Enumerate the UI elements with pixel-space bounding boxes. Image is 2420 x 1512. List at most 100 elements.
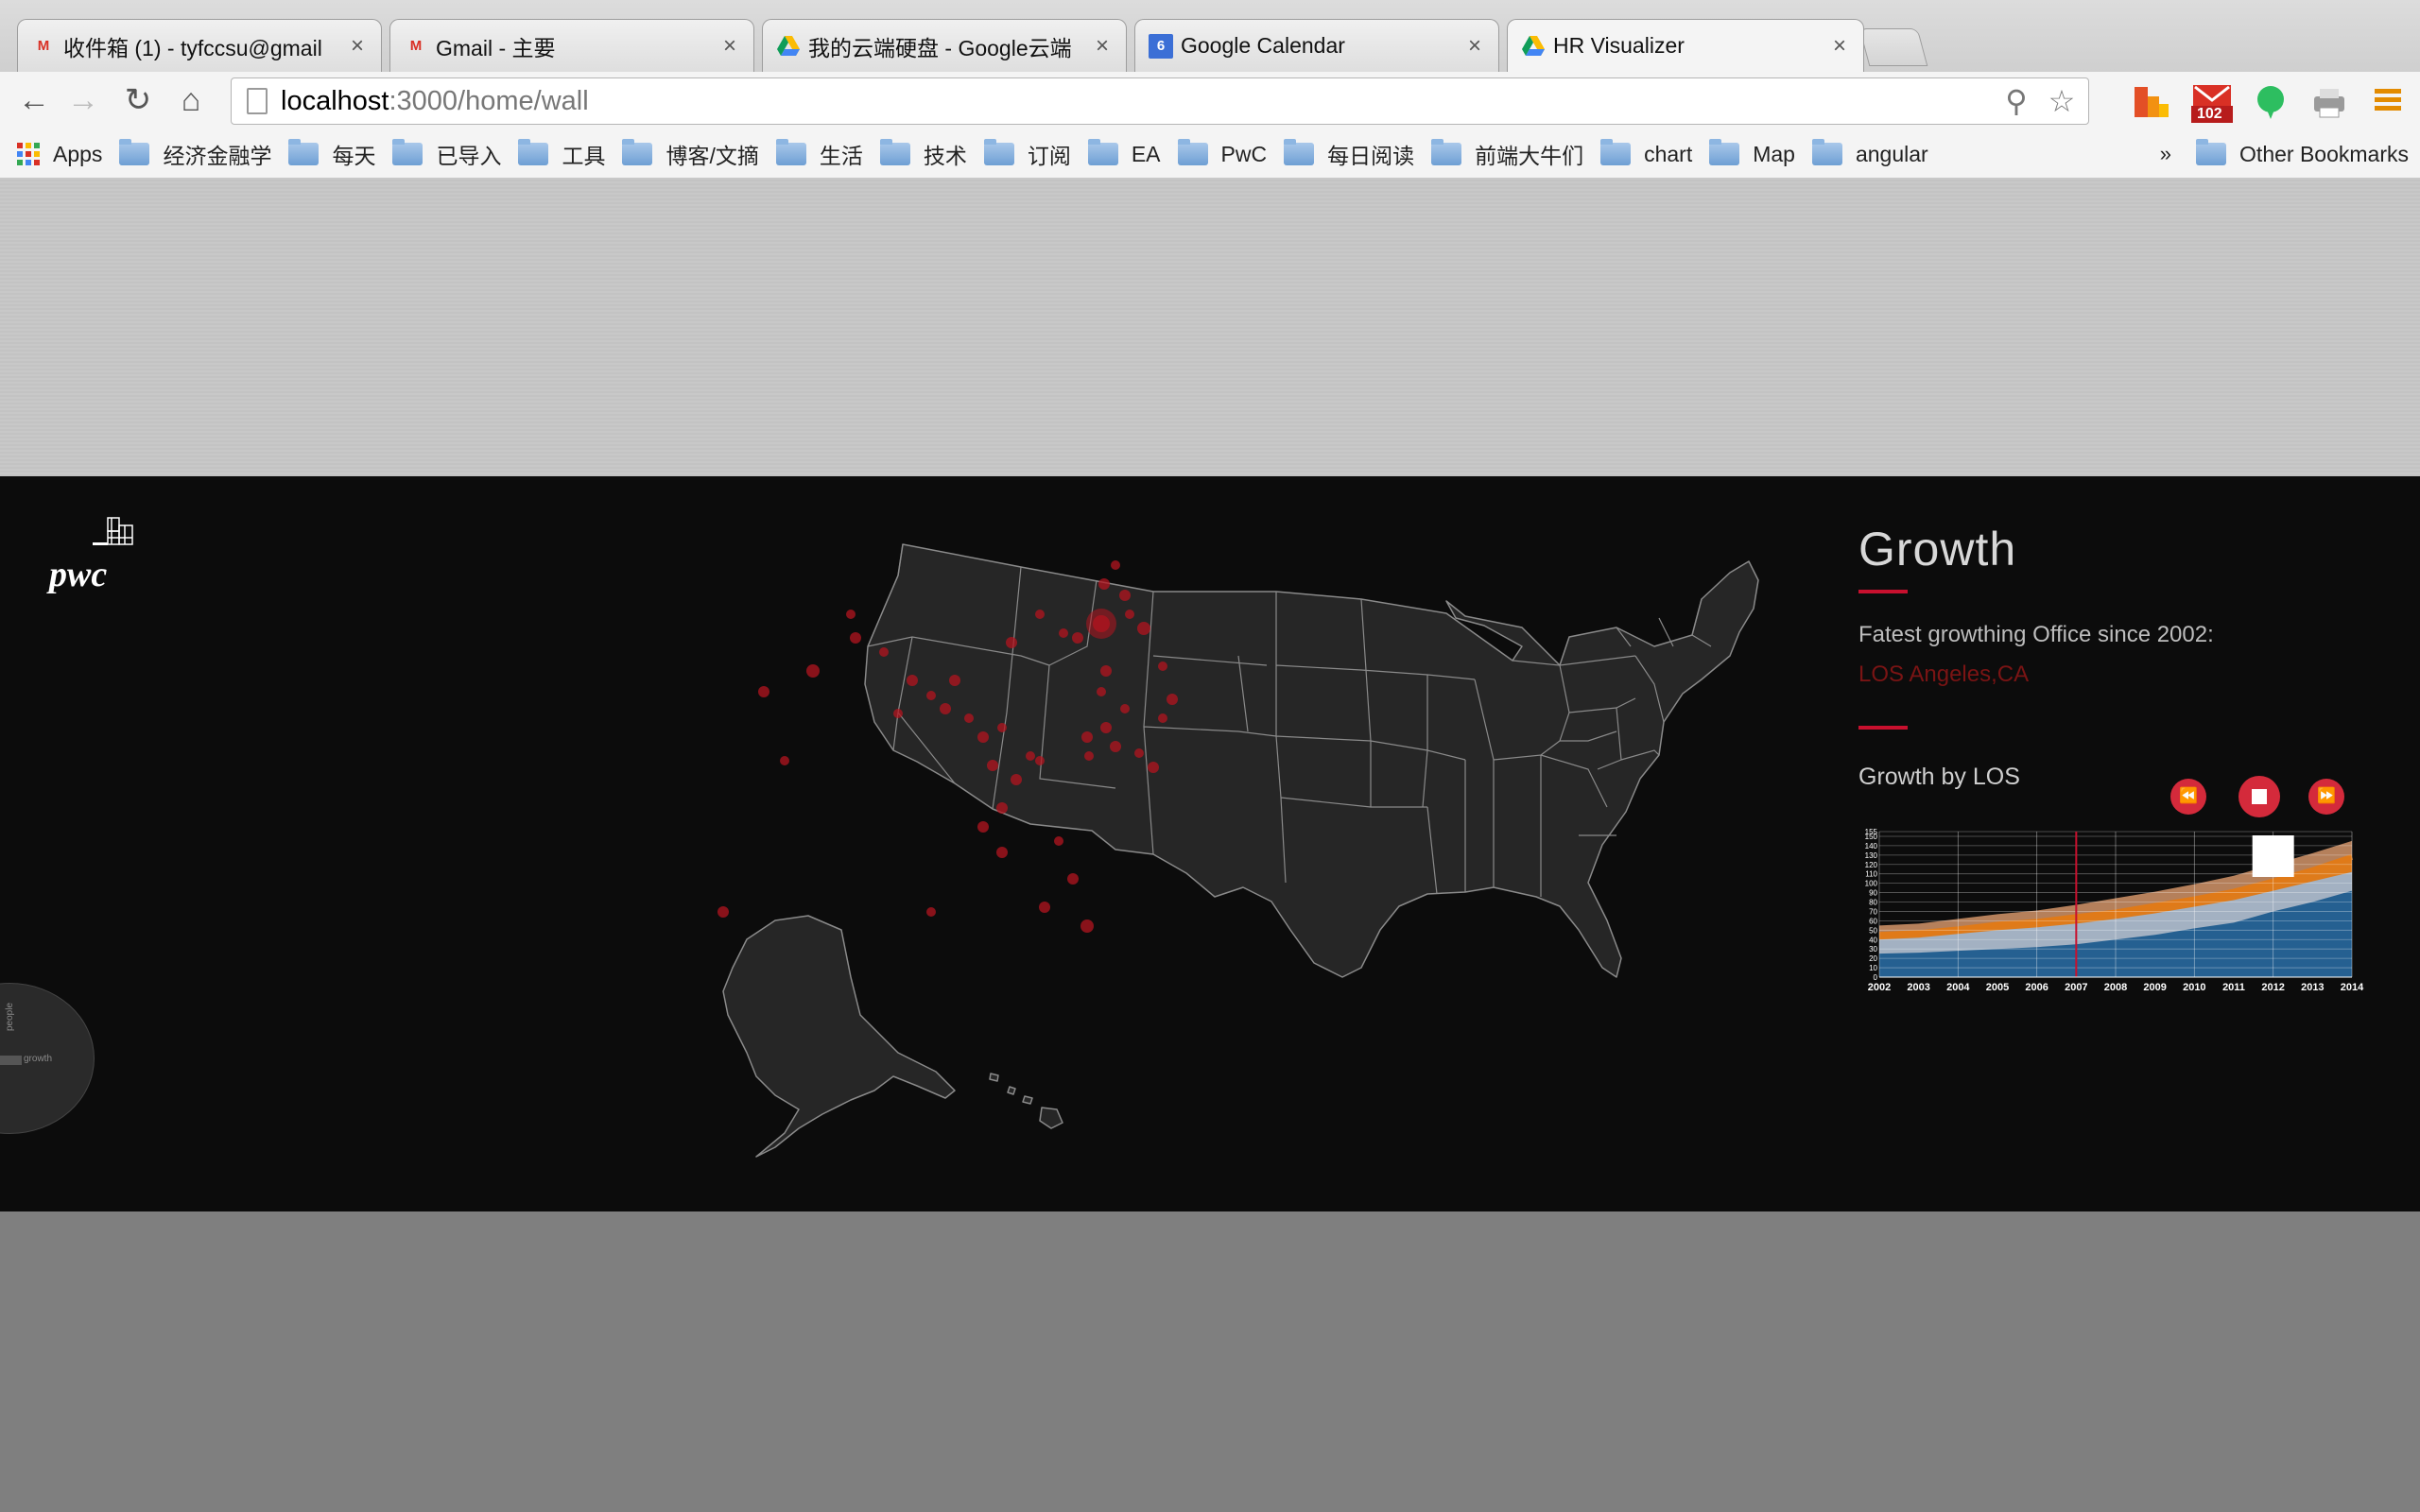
bookmarks-overflow-button[interactable]: » <box>2160 142 2171 166</box>
office-marker[interactable] <box>996 847 1008 858</box>
office-marker[interactable] <box>1059 628 1068 638</box>
office-marker[interactable] <box>977 731 989 743</box>
office-marker[interactable] <box>1120 704 1130 713</box>
dial-label-people[interactable]: people <box>5 1003 15 1031</box>
office-marker[interactable] <box>1006 637 1017 648</box>
office-marker[interactable] <box>996 802 1008 814</box>
office-marker[interactable] <box>1137 622 1150 635</box>
bookmark-folder[interactable]: 博客/文摘 <box>622 138 759 170</box>
back-arrow-icon[interactable]: ← <box>15 81 53 119</box>
office-marker[interactable] <box>1072 632 1083 644</box>
bookmark-star-icon[interactable]: ☆ <box>2043 82 2081 120</box>
office-marker[interactable] <box>949 675 960 686</box>
navigation-dial[interactable]: growth industries people <box>0 983 95 1134</box>
bookmark-folder[interactable]: 前端大牛们 <box>1431 138 1583 170</box>
bookmark-folder[interactable]: 工具 <box>518 138 605 170</box>
office-marker[interactable] <box>1080 919 1094 933</box>
office-marker[interactable] <box>893 709 903 718</box>
office-marker[interactable] <box>1158 713 1167 723</box>
office-marker[interactable] <box>1035 756 1045 765</box>
office-marker[interactable] <box>1026 751 1035 761</box>
bookmark-folder[interactable]: 每日阅读 <box>1284 138 1414 170</box>
close-icon[interactable]: × <box>1829 33 1850 60</box>
close-icon[interactable]: × <box>1092 33 1113 60</box>
office-marker[interactable] <box>1148 762 1159 773</box>
bookmark-folder[interactable]: PwC <box>1177 138 1267 170</box>
dial-label-growth[interactable]: growth <box>24 1054 52 1064</box>
bookmark-folder[interactable]: 已导入 <box>392 138 501 170</box>
office-marker[interactable] <box>1134 748 1144 758</box>
bookmark-folder[interactable]: 订阅 <box>983 138 1071 170</box>
fastest-growing-office[interactable]: LOS Angeles,CA <box>1858 662 2407 688</box>
office-marker[interactable] <box>1054 836 1063 846</box>
office-marker[interactable] <box>1039 902 1050 913</box>
office-marker[interactable] <box>1084 751 1094 761</box>
close-icon[interactable]: × <box>347 33 368 60</box>
office-marker[interactable] <box>1111 560 1120 570</box>
dial-indicator <box>0 1056 22 1065</box>
bookmark-other-bookmarks[interactable]: Other Bookmarks <box>2196 139 2409 167</box>
office-marker-highlight[interactable] <box>1086 609 1116 639</box>
office-marker[interactable] <box>879 647 889 657</box>
office-marker[interactable] <box>926 907 936 917</box>
tab-hr-visualizer[interactable]: HR Visualizer × <box>1507 19 1864 72</box>
bookmark-folder[interactable]: 经济金融学 <box>119 138 271 170</box>
close-icon[interactable]: × <box>719 33 740 60</box>
bookmark-apps[interactable]: Apps <box>0 142 102 167</box>
close-icon[interactable]: × <box>1464 33 1485 60</box>
bookmark-folder[interactable]: Map <box>1709 138 1795 170</box>
gmail-icon: M <box>37 38 50 54</box>
office-marker[interactable] <box>1098 578 1110 590</box>
tab-google-calendar[interactable]: 6 Google Calendar × <box>1134 19 1499 72</box>
bookmark-folder[interactable]: 技术 <box>879 138 967 170</box>
office-marker[interactable] <box>1081 731 1093 743</box>
bookmark-folder[interactable]: EA <box>1087 138 1161 170</box>
office-marker[interactable] <box>1110 741 1121 752</box>
evernote-icon[interactable] <box>2252 83 2290 121</box>
office-marker[interactable] <box>940 703 951 714</box>
office-marker[interactable] <box>1097 687 1106 696</box>
office-marker[interactable] <box>1119 590 1131 601</box>
office-marker[interactable] <box>964 713 974 723</box>
reload-icon[interactable]: ↻ <box>119 81 157 119</box>
office-marker[interactable] <box>1167 694 1178 705</box>
menu-icon[interactable] <box>2371 83 2409 121</box>
office-extension-icon[interactable] <box>2133 83 2170 121</box>
bookmark-folder[interactable]: 生活 <box>775 138 863 170</box>
office-marker[interactable] <box>758 686 769 697</box>
office-marker[interactable] <box>987 760 998 771</box>
office-marker[interactable] <box>717 906 729 918</box>
bookmark-folder[interactable]: 每天 <box>288 138 375 170</box>
address-bar[interactable]: localhost:3000/home/wall ⚲ ☆ <box>231 77 2089 125</box>
office-marker[interactable] <box>806 664 820 678</box>
office-marker[interactable] <box>780 756 789 765</box>
office-marker[interactable] <box>1035 610 1045 619</box>
gmail-checker-icon[interactable]: 102 <box>2191 83 2233 123</box>
office-marker[interactable] <box>907 675 918 686</box>
office-marker[interactable] <box>1125 610 1134 619</box>
rewind-button[interactable]: ⏪ <box>2170 779 2206 815</box>
office-marker[interactable] <box>977 821 989 833</box>
office-marker[interactable] <box>997 723 1007 732</box>
office-marker[interactable] <box>1067 873 1079 885</box>
office-marker[interactable] <box>1100 665 1112 677</box>
new-tab-button[interactable] <box>1858 28 1928 66</box>
tab-gmail-inbox[interactable]: M 收件箱 (1) - tyfccsu@gmail × <box>17 19 382 72</box>
zoom-icon[interactable]: ⚲ <box>1997 82 2035 120</box>
office-marker[interactable] <box>1100 722 1112 733</box>
bookmark-folder[interactable]: angular <box>1811 138 1928 170</box>
office-marker[interactable] <box>1158 662 1167 671</box>
office-marker[interactable] <box>850 632 861 644</box>
printer-icon[interactable] <box>2310 83 2348 121</box>
tab-gmail-main[interactable]: M Gmail - 主要 × <box>389 19 754 72</box>
home-icon[interactable]: ⌂ <box>172 81 210 119</box>
office-marker[interactable] <box>1011 774 1022 785</box>
office-marker[interactable] <box>846 610 856 619</box>
fast-forward-button[interactable]: ⏩ <box>2308 779 2344 815</box>
tab-google-drive[interactable]: 我的云端硬盘 - Google云端 × <box>762 19 1127 72</box>
bookmark-folder[interactable]: chart <box>1600 138 1692 170</box>
url-text[interactable]: localhost:3000/home/wall <box>281 86 1997 117</box>
forward-arrow-icon[interactable]: → <box>64 81 102 119</box>
office-marker[interactable] <box>926 691 936 700</box>
stop-button[interactable] <box>2238 776 2280 817</box>
